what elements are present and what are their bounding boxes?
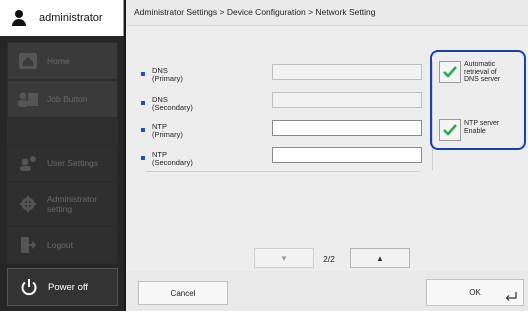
ntp-secondary-field[interactable] — [272, 147, 422, 163]
auto-dns-label: Automatic retrieval of DNS server — [464, 61, 501, 83]
ok-button[interactable]: OK — [426, 279, 524, 306]
ok-label: OK — [469, 288, 481, 297]
job-button-icon — [17, 89, 39, 109]
sidebar-item-label: Administrator setting — [47, 194, 98, 214]
user-icon — [11, 10, 27, 26]
sidebar: administrator Home Job Button User Setti… — [0, 0, 124, 311]
page-indicator: 2/2 — [323, 254, 335, 264]
ntp-enable-label: NTP server Enable — [464, 120, 500, 135]
bullet — [141, 101, 145, 105]
admin-gear-icon — [17, 194, 39, 214]
dns-primary-label: DNS (Primary) — [141, 67, 183, 83]
page-up-button[interactable]: ▲ — [350, 248, 410, 268]
sidebar-item-label: User Settings — [47, 158, 99, 168]
bullet — [141, 128, 145, 132]
cancel-button[interactable]: Cancel — [138, 281, 228, 305]
user-bar: administrator — [0, 0, 124, 36]
checkmark-icon — [443, 124, 457, 136]
ntp-primary-label: NTP (Primary) — [141, 123, 183, 139]
auto-dns-checkbox[interactable] — [439, 61, 461, 83]
checkmark-icon — [443, 66, 457, 78]
logout-icon — [17, 235, 39, 255]
user-name: administrator — [39, 12, 103, 24]
sidebar-item-user-settings[interactable]: User Settings — [7, 144, 118, 182]
bullet — [141, 156, 145, 160]
power-off-button[interactable]: Power off — [7, 268, 118, 306]
triangle-down-icon: ▼ — [280, 253, 288, 263]
dns-secondary-label: DNS (Secondary) — [141, 96, 193, 112]
ntp-primary-field[interactable] — [272, 120, 422, 136]
sidebar-item-home[interactable]: Home — [7, 42, 118, 80]
user-settings-icon — [17, 153, 39, 173]
main-panel: Administrator Settings > Device Configur… — [126, 0, 528, 311]
ntp-enable-checkbox[interactable] — [439, 119, 461, 141]
power-off-label: Power off — [48, 281, 88, 293]
dns-secondary-field — [272, 92, 422, 108]
breadcrumb: Administrator Settings > Device Configur… — [126, 0, 528, 26]
home-icon — [17, 51, 39, 71]
power-icon — [20, 278, 38, 296]
page-down-button[interactable]: ▼ — [254, 248, 314, 268]
sidebar-item-label: Logout — [47, 240, 73, 250]
triangle-up-icon: ▲ — [376, 253, 384, 263]
sidebar-item-label: Job Button — [47, 94, 88, 104]
dns-primary-field — [272, 64, 422, 80]
bullet — [141, 72, 145, 76]
sidebar-item-job-button[interactable]: Job Button — [7, 80, 118, 118]
sidebar-item-label: Home — [47, 56, 70, 66]
sidebar-item-logout[interactable]: Logout — [7, 226, 118, 264]
enter-icon — [505, 292, 517, 301]
sidebar-item-administrator-setting[interactable]: Administrator setting — [7, 182, 118, 226]
ntp-secondary-label: NTP (Secondary) — [141, 151, 193, 167]
divider — [146, 171, 420, 172]
